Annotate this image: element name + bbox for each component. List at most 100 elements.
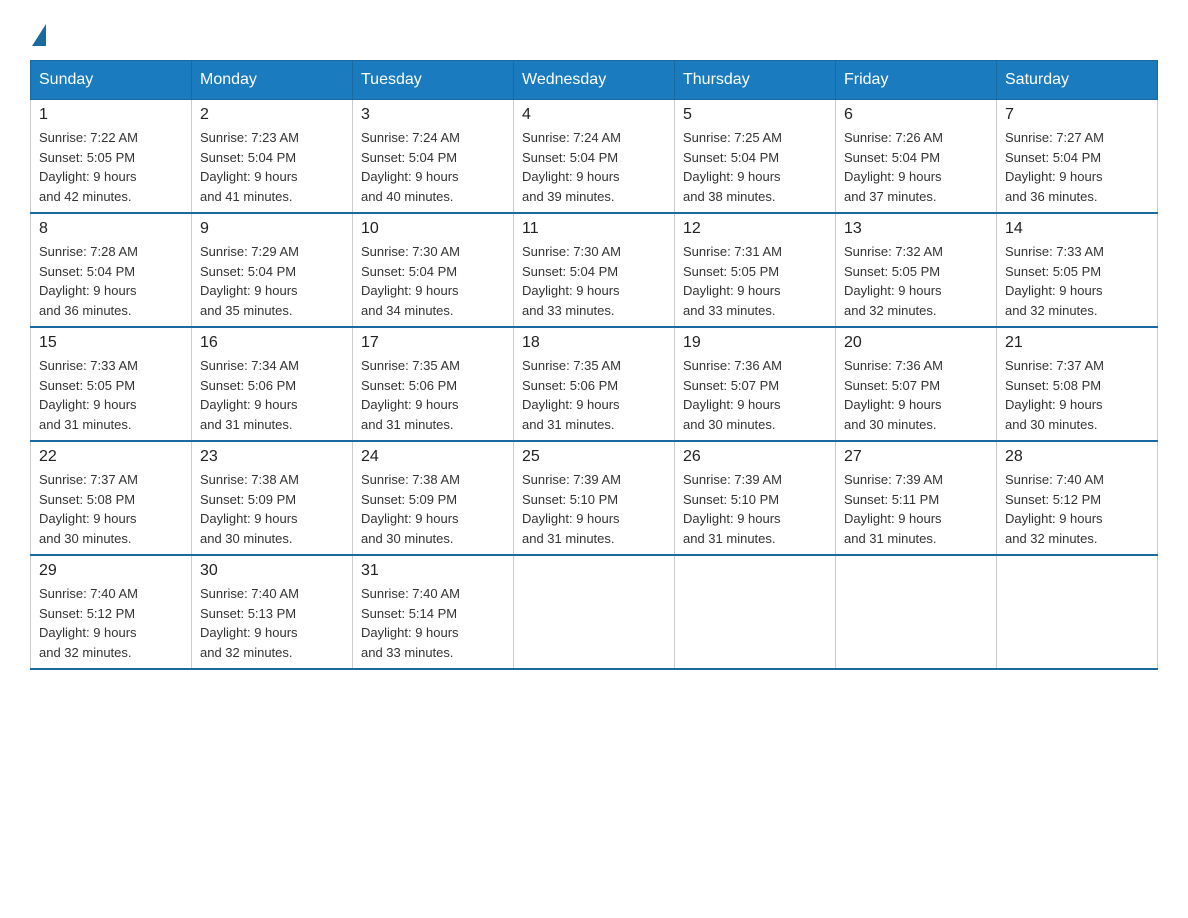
calendar-cell: 12 Sunrise: 7:31 AM Sunset: 5:05 PM Dayl… (675, 213, 836, 327)
day-info: Sunrise: 7:37 AM Sunset: 5:08 PM Dayligh… (39, 470, 183, 548)
day-number: 7 (1005, 106, 1149, 124)
calendar-cell: 2 Sunrise: 7:23 AM Sunset: 5:04 PM Dayli… (192, 100, 353, 214)
day-number: 14 (1005, 220, 1149, 238)
day-number: 16 (200, 334, 344, 352)
calendar-header-row: SundayMondayTuesdayWednesdayThursdayFrid… (31, 61, 1158, 100)
day-number: 25 (522, 448, 666, 466)
day-info: Sunrise: 7:35 AM Sunset: 5:06 PM Dayligh… (522, 356, 666, 434)
day-info: Sunrise: 7:30 AM Sunset: 5:04 PM Dayligh… (361, 242, 505, 320)
calendar-cell: 18 Sunrise: 7:35 AM Sunset: 5:06 PM Dayl… (514, 327, 675, 441)
calendar-cell: 23 Sunrise: 7:38 AM Sunset: 5:09 PM Dayl… (192, 441, 353, 555)
day-info: Sunrise: 7:23 AM Sunset: 5:04 PM Dayligh… (200, 128, 344, 206)
day-info: Sunrise: 7:39 AM Sunset: 5:10 PM Dayligh… (683, 470, 827, 548)
day-info: Sunrise: 7:40 AM Sunset: 5:12 PM Dayligh… (1005, 470, 1149, 548)
day-number: 15 (39, 334, 183, 352)
calendar-cell (514, 555, 675, 669)
day-number: 22 (39, 448, 183, 466)
day-info: Sunrise: 7:25 AM Sunset: 5:04 PM Dayligh… (683, 128, 827, 206)
day-number: 5 (683, 106, 827, 124)
column-header-tuesday: Tuesday (353, 61, 514, 100)
day-info: Sunrise: 7:32 AM Sunset: 5:05 PM Dayligh… (844, 242, 988, 320)
calendar-cell: 13 Sunrise: 7:32 AM Sunset: 5:05 PM Dayl… (836, 213, 997, 327)
day-number: 1 (39, 106, 183, 124)
calendar-cell: 8 Sunrise: 7:28 AM Sunset: 5:04 PM Dayli… (31, 213, 192, 327)
day-number: 17 (361, 334, 505, 352)
day-info: Sunrise: 7:40 AM Sunset: 5:12 PM Dayligh… (39, 584, 183, 662)
calendar-cell: 29 Sunrise: 7:40 AM Sunset: 5:12 PM Dayl… (31, 555, 192, 669)
calendar-cell: 15 Sunrise: 7:33 AM Sunset: 5:05 PM Dayl… (31, 327, 192, 441)
column-header-sunday: Sunday (31, 61, 192, 100)
day-info: Sunrise: 7:24 AM Sunset: 5:04 PM Dayligh… (361, 128, 505, 206)
logo (30, 20, 46, 40)
calendar-cell: 24 Sunrise: 7:38 AM Sunset: 5:09 PM Dayl… (353, 441, 514, 555)
day-info: Sunrise: 7:38 AM Sunset: 5:09 PM Dayligh… (361, 470, 505, 548)
calendar-cell: 22 Sunrise: 7:37 AM Sunset: 5:08 PM Dayl… (31, 441, 192, 555)
calendar-cell: 28 Sunrise: 7:40 AM Sunset: 5:12 PM Dayl… (997, 441, 1158, 555)
day-info: Sunrise: 7:36 AM Sunset: 5:07 PM Dayligh… (844, 356, 988, 434)
day-number: 8 (39, 220, 183, 238)
calendar-cell: 10 Sunrise: 7:30 AM Sunset: 5:04 PM Dayl… (353, 213, 514, 327)
calendar-cell: 27 Sunrise: 7:39 AM Sunset: 5:11 PM Dayl… (836, 441, 997, 555)
day-number: 31 (361, 562, 505, 580)
calendar-cell: 6 Sunrise: 7:26 AM Sunset: 5:04 PM Dayli… (836, 100, 997, 214)
day-info: Sunrise: 7:37 AM Sunset: 5:08 PM Dayligh… (1005, 356, 1149, 434)
day-info: Sunrise: 7:22 AM Sunset: 5:05 PM Dayligh… (39, 128, 183, 206)
calendar-cell: 3 Sunrise: 7:24 AM Sunset: 5:04 PM Dayli… (353, 100, 514, 214)
day-info: Sunrise: 7:24 AM Sunset: 5:04 PM Dayligh… (522, 128, 666, 206)
page-header (30, 20, 1158, 40)
day-number: 20 (844, 334, 988, 352)
column-header-thursday: Thursday (675, 61, 836, 100)
day-number: 12 (683, 220, 827, 238)
calendar-cell: 25 Sunrise: 7:39 AM Sunset: 5:10 PM Dayl… (514, 441, 675, 555)
day-number: 29 (39, 562, 183, 580)
calendar-cell: 14 Sunrise: 7:33 AM Sunset: 5:05 PM Dayl… (997, 213, 1158, 327)
day-number: 27 (844, 448, 988, 466)
calendar-week-row: 29 Sunrise: 7:40 AM Sunset: 5:12 PM Dayl… (31, 555, 1158, 669)
calendar-week-row: 15 Sunrise: 7:33 AM Sunset: 5:05 PM Dayl… (31, 327, 1158, 441)
day-info: Sunrise: 7:27 AM Sunset: 5:04 PM Dayligh… (1005, 128, 1149, 206)
calendar-cell: 26 Sunrise: 7:39 AM Sunset: 5:10 PM Dayl… (675, 441, 836, 555)
day-number: 11 (522, 220, 666, 238)
day-info: Sunrise: 7:29 AM Sunset: 5:04 PM Dayligh… (200, 242, 344, 320)
calendar-cell: 4 Sunrise: 7:24 AM Sunset: 5:04 PM Dayli… (514, 100, 675, 214)
day-info: Sunrise: 7:33 AM Sunset: 5:05 PM Dayligh… (39, 356, 183, 434)
column-header-wednesday: Wednesday (514, 61, 675, 100)
day-number: 13 (844, 220, 988, 238)
day-info: Sunrise: 7:30 AM Sunset: 5:04 PM Dayligh… (522, 242, 666, 320)
day-number: 23 (200, 448, 344, 466)
logo-triangle-icon (32, 24, 46, 46)
day-number: 2 (200, 106, 344, 124)
day-info: Sunrise: 7:36 AM Sunset: 5:07 PM Dayligh… (683, 356, 827, 434)
day-info: Sunrise: 7:31 AM Sunset: 5:05 PM Dayligh… (683, 242, 827, 320)
day-number: 9 (200, 220, 344, 238)
calendar-week-row: 22 Sunrise: 7:37 AM Sunset: 5:08 PM Dayl… (31, 441, 1158, 555)
day-info: Sunrise: 7:38 AM Sunset: 5:09 PM Dayligh… (200, 470, 344, 548)
calendar-cell: 16 Sunrise: 7:34 AM Sunset: 5:06 PM Dayl… (192, 327, 353, 441)
day-number: 19 (683, 334, 827, 352)
calendar-cell: 7 Sunrise: 7:27 AM Sunset: 5:04 PM Dayli… (997, 100, 1158, 214)
day-info: Sunrise: 7:40 AM Sunset: 5:14 PM Dayligh… (361, 584, 505, 662)
day-info: Sunrise: 7:33 AM Sunset: 5:05 PM Dayligh… (1005, 242, 1149, 320)
day-number: 30 (200, 562, 344, 580)
day-number: 21 (1005, 334, 1149, 352)
day-number: 24 (361, 448, 505, 466)
calendar-cell (675, 555, 836, 669)
column-header-monday: Monday (192, 61, 353, 100)
calendar-week-row: 1 Sunrise: 7:22 AM Sunset: 5:05 PM Dayli… (31, 100, 1158, 214)
day-info: Sunrise: 7:40 AM Sunset: 5:13 PM Dayligh… (200, 584, 344, 662)
calendar-cell (997, 555, 1158, 669)
day-number: 28 (1005, 448, 1149, 466)
calendar-table: SundayMondayTuesdayWednesdayThursdayFrid… (30, 60, 1158, 670)
day-info: Sunrise: 7:34 AM Sunset: 5:06 PM Dayligh… (200, 356, 344, 434)
calendar-cell: 17 Sunrise: 7:35 AM Sunset: 5:06 PM Dayl… (353, 327, 514, 441)
day-number: 26 (683, 448, 827, 466)
calendar-cell: 31 Sunrise: 7:40 AM Sunset: 5:14 PM Dayl… (353, 555, 514, 669)
day-number: 18 (522, 334, 666, 352)
calendar-cell: 9 Sunrise: 7:29 AM Sunset: 5:04 PM Dayli… (192, 213, 353, 327)
calendar-cell: 30 Sunrise: 7:40 AM Sunset: 5:13 PM Dayl… (192, 555, 353, 669)
column-header-saturday: Saturday (997, 61, 1158, 100)
day-info: Sunrise: 7:39 AM Sunset: 5:10 PM Dayligh… (522, 470, 666, 548)
day-info: Sunrise: 7:35 AM Sunset: 5:06 PM Dayligh… (361, 356, 505, 434)
calendar-cell: 1 Sunrise: 7:22 AM Sunset: 5:05 PM Dayli… (31, 100, 192, 214)
calendar-cell: 21 Sunrise: 7:37 AM Sunset: 5:08 PM Dayl… (997, 327, 1158, 441)
